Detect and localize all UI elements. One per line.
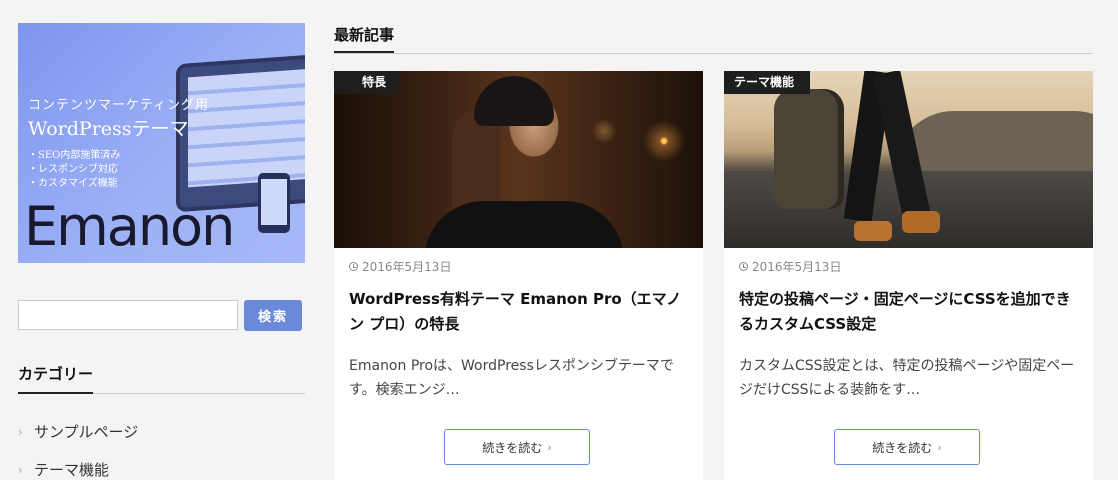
read-more-label: 続きを読む bbox=[872, 440, 933, 455]
banner-feature: ・カスタマイズ機能 bbox=[28, 178, 118, 189]
post-thumbnail[interactable]: テーマ機能 bbox=[724, 71, 1093, 248]
post-list: 特長 2016年5月13日 WordPress有料テーマ Emanon Pro（… bbox=[334, 71, 1093, 480]
post-title[interactable]: WordPress有料テーマ Emanon Pro（エマノン プロ）の特長 bbox=[349, 287, 688, 337]
clock-icon bbox=[739, 262, 748, 271]
category-item[interactable]: › テーマ機能 bbox=[18, 458, 305, 480]
latest-posts-heading: 最新記事 bbox=[334, 23, 395, 53]
category-item-label[interactable]: サンプルページ bbox=[34, 420, 138, 444]
category-list: › サンプルページ › テーマ機能 bbox=[18, 420, 305, 480]
read-more-button[interactable]: 続きを読む › bbox=[834, 429, 980, 465]
category-item[interactable]: › サンプルページ bbox=[18, 420, 305, 458]
banner-title: WordPressテーマ bbox=[28, 118, 189, 140]
chevron-right-icon: › bbox=[547, 440, 552, 454]
read-more-label: 続きを読む bbox=[482, 440, 543, 455]
page: コンテンツマーケティング用 WordPressテーマ ・SEO内部施策済み ・レ… bbox=[0, 0, 1118, 480]
category-heading: カテゴリー bbox=[18, 363, 94, 394]
chevron-right-icon: › bbox=[937, 440, 942, 454]
post-meta: 2016年5月13日 bbox=[349, 258, 703, 275]
post-meta: 2016年5月13日 bbox=[739, 258, 1093, 275]
search-button[interactable]: 検索 bbox=[244, 300, 302, 331]
post-title[interactable]: 特定の投稿ページ・固定ページにCSSを追加できるカスタムCSS設定 bbox=[739, 287, 1078, 337]
banner-feature: ・レスポンシブ対応 bbox=[28, 164, 118, 175]
main-content: 最新記事 特長 2016年5月13日 WordPress有料テーマ Emanon… bbox=[334, 23, 1093, 480]
post-thumbnail[interactable]: 特長 bbox=[334, 71, 703, 248]
sidebar: コンテンツマーケティング用 WordPressテーマ ・SEO内部施策済み ・レ… bbox=[18, 23, 305, 480]
category-tag[interactable]: テーマ機能 bbox=[724, 71, 810, 94]
banner-features: ・SEO内部施策済み ・レスポンシブ対応 ・カスタマイズ機能 bbox=[28, 149, 120, 191]
latest-posts-header: 最新記事 bbox=[334, 23, 1092, 54]
search-form: 検索 bbox=[18, 300, 305, 331]
post-excerpt: Emanon Proは、WordPressレスポンシブテーマです。検索エンジ… bbox=[349, 358, 674, 398]
post-date: 2016年5月13日 bbox=[752, 260, 842, 274]
category-tag[interactable]: 特長 bbox=[334, 71, 398, 94]
read-more-button[interactable]: 続きを読む › bbox=[444, 429, 590, 465]
banner-subtitle: コンテンツマーケティング用 bbox=[28, 98, 209, 113]
category-widget-heading: カテゴリー bbox=[18, 363, 305, 394]
post-date: 2016年5月13日 bbox=[362, 260, 452, 274]
emanon-banner[interactable]: コンテンツマーケティング用 WordPressテーマ ・SEO内部施策済み ・レ… bbox=[18, 23, 305, 263]
banner-logo: Emanon bbox=[24, 195, 235, 258]
chevron-right-icon: › bbox=[18, 463, 23, 477]
chevron-right-icon: › bbox=[18, 425, 23, 439]
post-excerpt: カスタムCSS設定とは、特定の投稿ページや固定ページだけCSSによる装飾をす… bbox=[739, 358, 1075, 398]
search-input[interactable] bbox=[18, 300, 238, 330]
post-card: テーマ機能 2016年5月13日 特定の投稿ページ・固定ページにCSSを追加でき… bbox=[724, 71, 1093, 480]
clock-icon bbox=[349, 262, 358, 271]
category-item-label[interactable]: テーマ機能 bbox=[34, 458, 109, 480]
phone-illustration bbox=[258, 173, 290, 233]
post-card: 特長 2016年5月13日 WordPress有料テーマ Emanon Pro（… bbox=[334, 71, 703, 480]
banner-feature: ・SEO内部施策済み bbox=[28, 150, 121, 161]
